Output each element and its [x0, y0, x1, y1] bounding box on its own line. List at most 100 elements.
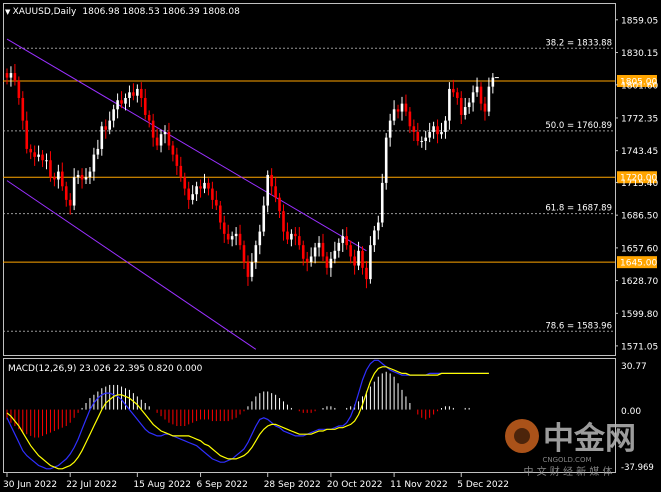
- candle-body: [17, 80, 21, 98]
- watermark-domain: CNGOLD.COM: [542, 456, 591, 464]
- candle-body: [491, 77, 495, 87]
- candle-body: [329, 258, 333, 268]
- y-tick-label: 1686.50: [621, 212, 658, 222]
- candle-body: [416, 131, 420, 142]
- candle-body: [254, 245, 258, 263]
- candle-body: [479, 86, 483, 104]
- candle-body: [116, 100, 119, 110]
- candle-body: [444, 120, 447, 132]
- candle-body: [159, 134, 163, 146]
- candle-body: [96, 148, 100, 155]
- candle-body: [88, 171, 92, 178]
- candle-body: [230, 236, 234, 240]
- candle-body: [325, 256, 329, 268]
- candle-body: [100, 126, 104, 149]
- candle-body: [392, 109, 396, 121]
- candle-body: [388, 120, 392, 138]
- candle-body: [349, 245, 352, 257]
- candle-body: [424, 137, 427, 142]
- candle-body: [483, 103, 487, 112]
- y-tick-label: 1628.70: [621, 277, 658, 287]
- candle-body: [163, 131, 167, 135]
- y-tick-label: 1715.40: [621, 179, 658, 189]
- candle-body: [132, 92, 135, 96]
- candle-body: [471, 92, 475, 103]
- candle-body: [13, 73, 17, 81]
- x-tick-label: 6 Sep 2022: [197, 480, 248, 490]
- chart-header: ▼ XAUUSD,Daily 1806.98 1808.53 1806.39 18…: [5, 7, 240, 17]
- candle-body: [337, 242, 341, 251]
- candle-body: [37, 154, 40, 157]
- x-tick-label: 22 Jul 2022: [66, 480, 117, 490]
- candle-body: [171, 145, 175, 155]
- candle-body: [278, 197, 281, 212]
- candle-body: [167, 131, 171, 146]
- candle-body: [274, 186, 277, 198]
- candle-body: [286, 231, 289, 240]
- candle-body: [45, 160, 48, 162]
- candle-body: [179, 165, 183, 178]
- candle-body: [104, 126, 108, 130]
- candle-body: [140, 88, 143, 98]
- candle-body: [266, 174, 269, 206]
- y-tick-label: 1859.05: [621, 16, 658, 26]
- candle-body: [136, 88, 139, 96]
- fib-label-3: 78.6 = 1583.96: [545, 321, 612, 331]
- chart: 38.2 = 1833.88 50.0 = 1760.89 61.8 = 1687.…: [0, 0, 661, 492]
- candle-body: [487, 86, 491, 112]
- candle-body: [21, 97, 25, 121]
- candle-body: [436, 126, 439, 135]
- candle-body: [377, 222, 380, 231]
- x-tick-label: 15 Aug 2022: [133, 480, 191, 490]
- y-tick-label: 1743.45: [621, 147, 658, 157]
- chart-background: [0, 0, 661, 492]
- candle-body: [211, 188, 214, 200]
- candle-body: [301, 245, 305, 259]
- candle-body: [246, 262, 250, 277]
- y-tick-label: 1571.05: [621, 342, 658, 352]
- candle-body: [147, 114, 151, 121]
- candle-body: [124, 97, 127, 104]
- candle-body: [203, 182, 206, 189]
- candle-body: [84, 177, 88, 180]
- candle-body: [25, 120, 29, 149]
- x-tick-label: 11 Nov 2022: [390, 480, 448, 490]
- candle-body: [250, 262, 254, 277]
- candle-body: [309, 256, 313, 263]
- watermark-subtitle: 中 文 财 经 新 媒 体: [523, 465, 612, 478]
- candle-body: [298, 236, 301, 246]
- candle-body: [428, 131, 431, 138]
- fib-label-1: 50.0 = 1760.89: [545, 121, 612, 131]
- candle-body: [49, 160, 52, 178]
- level-tag-label-2: 1645.00: [620, 259, 657, 269]
- candle-body: [9, 73, 13, 78]
- candle-body: [459, 97, 463, 115]
- fib-label-0: 38.2 = 1833.88: [545, 38, 612, 48]
- candle-body: [305, 258, 309, 263]
- candle-body: [207, 182, 210, 189]
- candle-body: [452, 88, 455, 93]
- candle-body: [345, 236, 348, 246]
- macd-scale-top: 30.77: [621, 362, 647, 372]
- symbol-label: XAUUSD,Daily: [13, 7, 77, 17]
- candle-body: [432, 126, 435, 132]
- candle-body: [258, 231, 262, 246]
- y-tick-label: 1801.60: [621, 81, 658, 91]
- candle-body: [380, 182, 384, 223]
- candle-body: [290, 233, 293, 240]
- candle-body: [467, 102, 471, 108]
- y-tick-label: 1772.35: [621, 114, 658, 124]
- fib-label-2: 61.8 = 1687.89: [545, 204, 612, 214]
- candle-body: [187, 188, 190, 200]
- candle-body: [151, 120, 155, 138]
- candle-body: [76, 174, 80, 178]
- y-tick-label: 1599.80: [621, 310, 658, 320]
- x-tick-label: 20 Oct 2022: [327, 480, 383, 490]
- x-tick-label: 30 Jun 2022: [3, 480, 57, 490]
- candle-body: [195, 186, 198, 195]
- candle-body: [396, 109, 400, 112]
- candle-body: [341, 236, 345, 243]
- candle-body: [234, 233, 238, 237]
- candle-body: [143, 97, 147, 115]
- candle-body: [92, 154, 96, 172]
